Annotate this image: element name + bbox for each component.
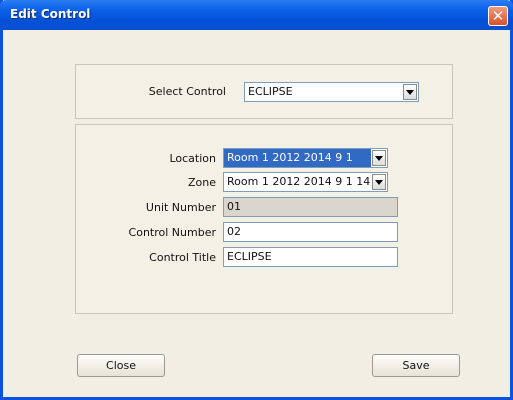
chevron-down-icon[interactable] [372,174,386,190]
dialog-client-area: Select Control ECLIPSE Location Room 1 2… [3,30,510,397]
select-control-value: ECLIPSE [248,85,293,98]
chevron-down-icon[interactable] [403,84,417,100]
window-title: Edit Control [10,7,91,21]
chevron-down-icon[interactable] [372,150,386,166]
control-details-group: Location Room 1 2012 2014 9 1 Zone Room … [75,124,453,314]
select-control-label: Select Control [148,85,226,98]
select-control-dropdown[interactable]: ECLIPSE [244,82,419,102]
control-number-field[interactable]: 02 [223,222,398,242]
select-control-group: Select Control ECLIPSE [75,64,453,119]
control-title-field[interactable]: ECLIPSE [223,247,398,267]
location-dropdown[interactable]: Room 1 2012 2014 9 1 [223,148,388,168]
control-number-label: Control Number [128,226,216,239]
unit-number-label: Unit Number [145,201,216,214]
edit-control-dialog: Edit Control ✕ Select Control ECLIPSE Lo… [0,0,513,400]
unit-number-field: 01 [223,197,398,217]
zone-value: Room 1 2012 2014 9 1 14 [227,175,371,188]
location-value: Room 1 2012 2014 9 1 [224,149,371,167]
zone-label: Zone [187,176,216,189]
control-title-label: Control Title [149,251,216,264]
zone-dropdown[interactable]: Room 1 2012 2014 9 1 14 [223,172,388,192]
save-button[interactable]: Save [372,354,460,377]
title-bar[interactable]: Edit Control ✕ [0,0,513,30]
location-label: Location [169,152,216,165]
close-button[interactable]: Close [77,354,165,377]
close-icon[interactable]: ✕ [488,6,508,26]
